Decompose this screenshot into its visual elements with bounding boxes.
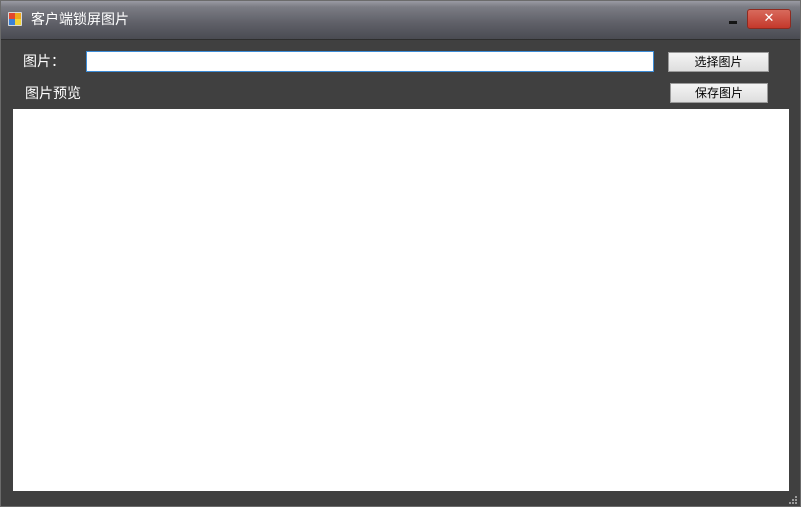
minimize-button[interactable] [722, 9, 744, 29]
save-image-button[interactable]: 保存图片 [670, 83, 768, 103]
image-preview-box [13, 109, 789, 491]
preview-label: 图片预览 [25, 86, 81, 102]
image-path-input[interactable] [86, 51, 654, 72]
app-window: 客户端锁屏图片 ✕ 图片： 选择图片 图片预览 保存图片 [0, 0, 801, 507]
close-icon: ✕ [763, 11, 775, 26]
title-bar[interactable]: 客户端锁屏图片 ✕ [1, 1, 800, 40]
resize-grip-icon[interactable] [787, 494, 797, 504]
close-button[interactable]: ✕ [747, 9, 791, 29]
minimize-icon [729, 21, 737, 24]
image-label: 图片： [23, 54, 65, 70]
windows-form-icon [8, 12, 22, 26]
select-image-button[interactable]: 选择图片 [668, 52, 769, 72]
window-title: 客户端锁屏图片 [31, 12, 129, 28]
